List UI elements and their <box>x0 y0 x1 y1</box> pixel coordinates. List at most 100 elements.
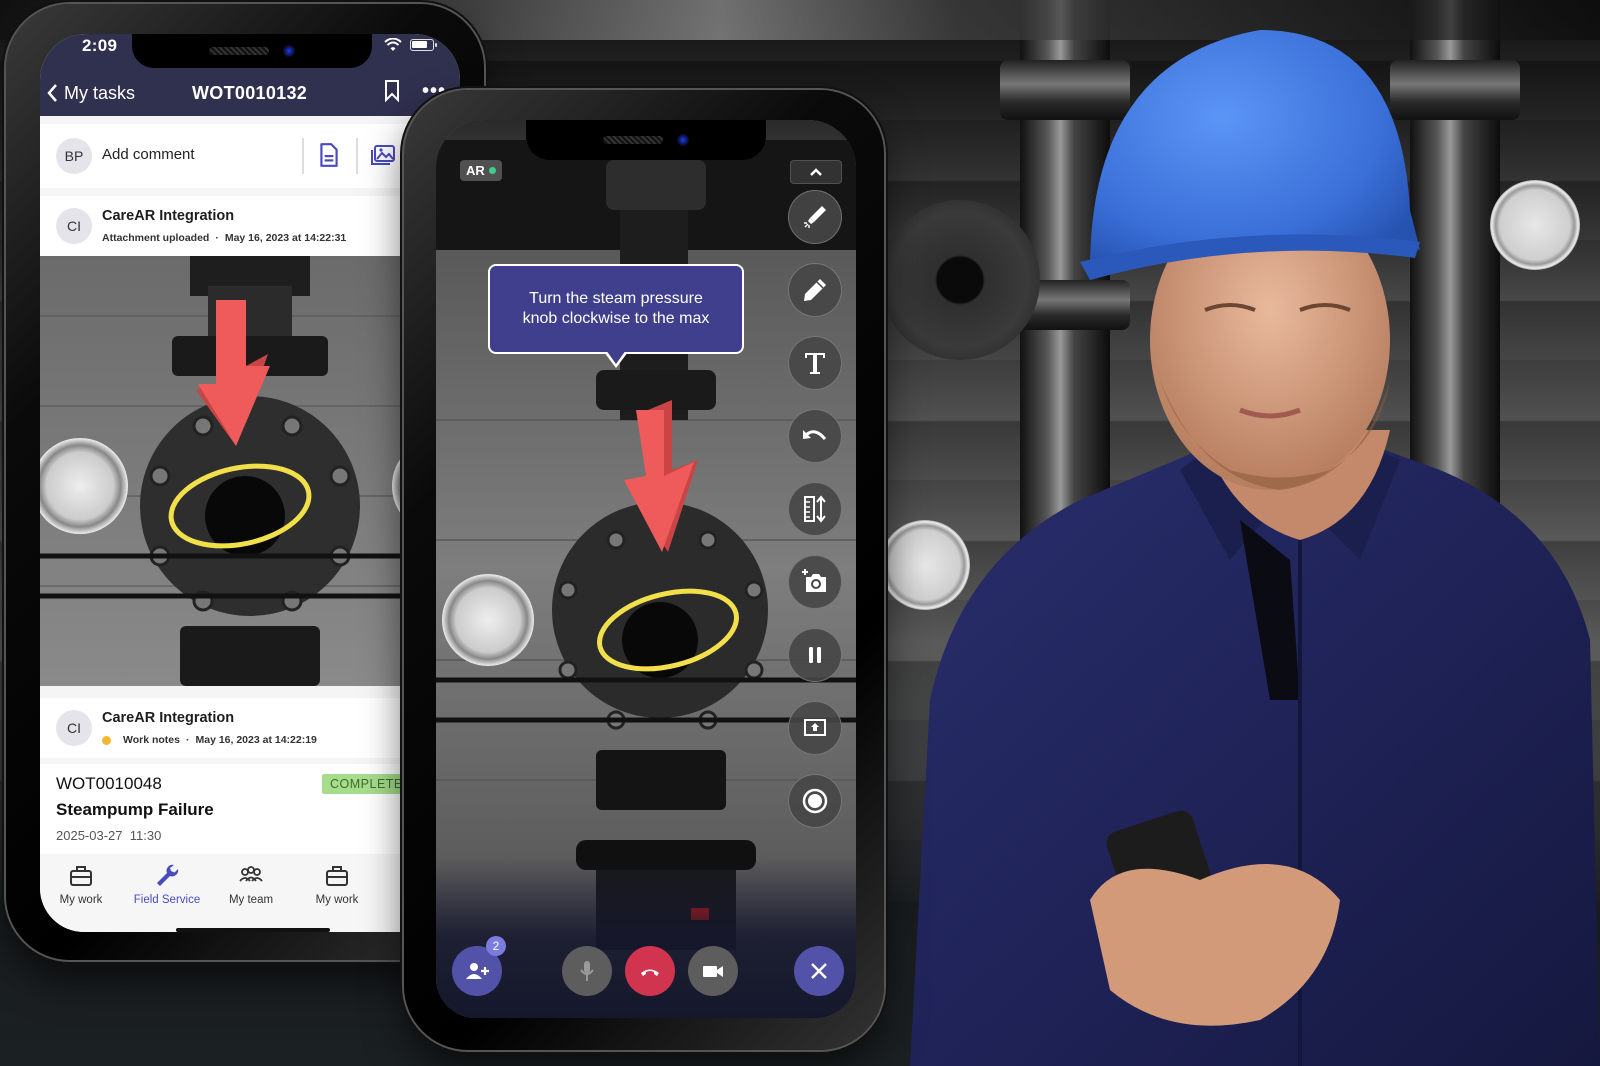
chevron-left-icon <box>47 84 57 102</box>
tab-field-service[interactable]: Field Service <box>122 862 212 906</box>
undo-icon <box>803 430 827 440</box>
annotated-valve-photo <box>40 256 460 686</box>
divider <box>356 138 358 174</box>
feed-author: CareAR Integration <box>102 208 235 224</box>
tasks-screen: 2:09 My tasks WOT0010132 ••• BP Add comm… <box>40 34 460 932</box>
page-title: WOT0010132 <box>192 82 308 103</box>
feed-timestamp: May 16, 2023 at 14:22:19 <box>195 734 317 746</box>
microphone-icon <box>580 961 594 981</box>
work-order-date: 2025-03-27 <box>56 828 123 843</box>
ar-screen: AR Turn the steam pressure knob clockwis… <box>436 120 856 1018</box>
pencil-icon <box>804 279 826 301</box>
front-camera <box>283 45 295 57</box>
tab-label: My work <box>59 894 103 906</box>
chevron-up-icon <box>810 168 822 176</box>
pause-icon <box>809 647 821 663</box>
tab-label: Field Service <box>133 894 201 906</box>
share-screen-button[interactable] <box>788 701 842 755</box>
tab-label: My work <box>315 894 359 906</box>
tab-bar: My work Field Service My team My work <box>40 856 460 932</box>
video-toggle-button[interactable] <box>688 946 738 996</box>
feed-avatar: CI <box>56 710 92 746</box>
wifi-icon <box>384 38 402 51</box>
feed-separator: · <box>185 734 190 746</box>
feed-avatar: CI <box>56 208 92 244</box>
ar-instruction-tooltip[interactable]: Turn the steam pressure knob clockwise t… <box>488 264 744 354</box>
front-camera <box>677 134 689 146</box>
bookmark-icon[interactable] <box>384 80 400 102</box>
undo-button[interactable] <box>788 409 842 463</box>
add-comment-row: BP Add comment <box>40 124 460 188</box>
tab-label: My team <box>228 894 274 906</box>
work-order-title: Steampump Failure <box>56 800 214 819</box>
background-flange <box>1000 60 1130 120</box>
ruler-icon <box>804 495 826 523</box>
laser-pointer-icon <box>804 206 826 228</box>
text-button[interactable] <box>788 336 842 390</box>
back-label: My tasks <box>64 82 136 103</box>
divider <box>302 138 304 174</box>
add-photo-icon <box>802 569 826 592</box>
phone-notch <box>132 34 372 68</box>
team-icon <box>239 866 263 882</box>
home-indicator <box>176 928 330 932</box>
background-flange <box>1390 60 1520 120</box>
feed-meta: Attachment uploaded · May 16, 2023 at 14… <box>102 232 346 244</box>
measure-button[interactable] <box>788 482 842 536</box>
add-comment-input[interactable]: Add comment <box>102 146 195 163</box>
feed-separator: · <box>215 232 219 244</box>
battery-icon <box>410 39 437 51</box>
collapse-toolbar-button[interactable] <box>790 160 842 184</box>
feed-item[interactable]: CI CareAR Integration Attachment uploade… <box>40 196 460 256</box>
pause-button[interactable] <box>788 628 842 682</box>
briefcase-icon <box>70 866 92 886</box>
feed-timestamp: May 16, 2023 at 14:22:31 <box>224 232 347 244</box>
status-time: 2:09 <box>82 36 118 55</box>
briefcase-icon <box>326 866 348 886</box>
work-order-datetime: 2025-03-27 11:30 <box>56 828 161 843</box>
attachment-image[interactable] <box>40 256 460 686</box>
text-icon <box>805 353 825 374</box>
feed-item[interactable]: CI CareAR Integration Work notes · May 1… <box>40 698 460 758</box>
wrench-icon <box>157 864 179 886</box>
close-session-button[interactable] <box>794 946 844 996</box>
speaker-grille <box>209 47 269 55</box>
tooltip-tail <box>604 350 628 368</box>
tab-my-team[interactable]: My team <box>206 862 296 906</box>
feed-type: Work notes <box>123 734 180 746</box>
feed-type: Attachment uploaded <box>102 232 210 244</box>
close-icon <box>811 963 827 979</box>
tab-my-work-2[interactable]: My work <box>292 862 382 906</box>
work-order-card[interactable]: WOT0010048 COMPLETED Steampump Failure 2… <box>40 764 460 854</box>
background-gauge <box>1490 180 1580 270</box>
ar-indicator: AR <box>460 160 502 181</box>
image-gallery-icon[interactable] <box>370 142 396 168</box>
document-icon[interactable] <box>316 142 342 168</box>
feed-meta: Work notes · May 16, 2023 at 14:22:19 <box>102 734 317 746</box>
user-avatar: BP <box>56 138 92 174</box>
feed-author: CareAR Integration <box>102 710 235 726</box>
add-person-icon <box>466 963 489 979</box>
mute-button[interactable] <box>562 946 612 996</box>
tab-my-work[interactable]: My work <box>40 862 126 906</box>
record-icon <box>802 788 828 814</box>
work-order-time: 11:30 <box>129 828 162 843</box>
participants-count-badge: 2 <box>486 936 506 956</box>
work-order-number: WOT0010048 <box>56 774 162 793</box>
phone-hangup-icon <box>641 969 659 976</box>
laser-pointer-button[interactable] <box>788 190 842 244</box>
background-gauge <box>880 520 970 610</box>
ar-session-phone: AR Turn the steam pressure knob clockwis… <box>404 90 884 1050</box>
speaker-grille <box>603 136 663 144</box>
end-call-button[interactable] <box>625 946 675 996</box>
record-button[interactable] <box>788 774 842 828</box>
back-button[interactable]: My tasks <box>46 83 135 104</box>
status-icons <box>384 38 437 52</box>
draw-button[interactable] <box>788 263 842 317</box>
video-camera-icon <box>703 966 723 977</box>
background-valve <box>880 200 1040 360</box>
screen-share-icon <box>804 719 826 736</box>
snapshot-button[interactable] <box>788 555 842 609</box>
ar-label: AR <box>466 163 485 178</box>
ar-status-dot <box>488 167 496 174</box>
